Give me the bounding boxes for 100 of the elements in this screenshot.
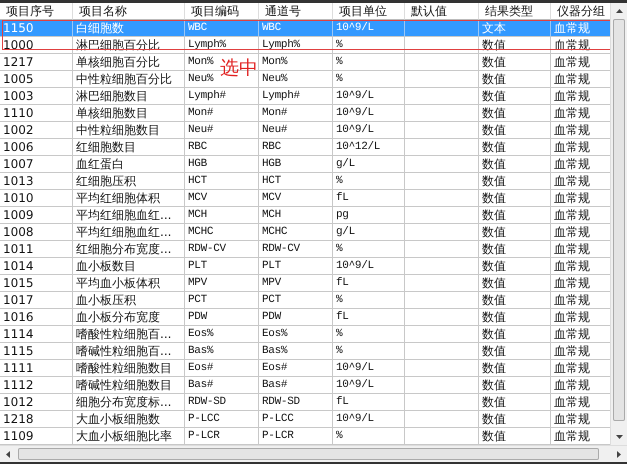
table-cell[interactable]: 数值 <box>482 106 506 120</box>
table-cell[interactable]: HGB <box>262 158 281 170</box>
table-cell[interactable]: 10^9/L <box>336 260 374 272</box>
table-cell[interactable]: 嗜碱性粒细胞数目 <box>76 378 172 392</box>
column-header[interactable]: 项目单位 <box>333 3 405 20</box>
table-cell[interactable]: Neu% <box>188 73 214 85</box>
table-cell[interactable]: 平均红细胞血红... <box>76 208 172 222</box>
table-cell[interactable]: MCV <box>262 192 281 204</box>
table-cell[interactable]: 1016 <box>3 310 34 324</box>
table-cell[interactable]: 数值 <box>482 55 506 69</box>
table-cell[interactable]: 数值 <box>482 344 506 358</box>
table-cell[interactable]: 血红蛋白 <box>76 157 124 171</box>
table-cell[interactable]: 1115 <box>3 344 34 358</box>
empty-cell[interactable] <box>405 411 479 428</box>
table-cell[interactable]: Lymph% <box>188 39 226 51</box>
table-cell[interactable]: fL <box>336 396 349 408</box>
table-cell[interactable]: 血常规 <box>554 191 590 205</box>
scroll-thumb[interactable] <box>613 19 625 421</box>
table-cell[interactable]: % <box>336 430 342 442</box>
table-cell[interactable]: 细胞分布宽度标... <box>76 395 172 409</box>
table-cell[interactable]: RBC <box>262 141 281 153</box>
table-cell[interactable]: % <box>336 56 342 68</box>
empty-cell[interactable] <box>405 292 479 309</box>
table-cell[interactable]: 血常规 <box>554 361 590 375</box>
table-cell[interactable]: 平均血小板体积 <box>76 276 160 290</box>
table-cell[interactable]: PCT <box>188 294 207 306</box>
column-header[interactable]: 默认值 <box>405 3 479 20</box>
table-cell[interactable]: 1110 <box>3 106 34 120</box>
empty-cell[interactable] <box>405 224 479 241</box>
table-cell[interactable]: RDW-CV <box>262 243 300 255</box>
empty-cell[interactable] <box>405 275 479 292</box>
table-cell[interactable]: 1005 <box>3 72 34 86</box>
table-cell[interactable]: 1015 <box>3 276 34 290</box>
table-cell[interactable]: 嗜酸性粒细胞百... <box>76 327 172 341</box>
table-cell[interactable]: 数值 <box>482 123 506 137</box>
table-cell[interactable]: 数值 <box>482 429 506 443</box>
table-cell[interactable]: 嗜酸性粒细胞数目 <box>76 361 172 375</box>
table-cell[interactable]: 血常规 <box>554 344 590 358</box>
table-cell[interactable]: 平均红细胞体积 <box>76 191 160 205</box>
empty-cell[interactable] <box>405 71 479 88</box>
table-cell[interactable]: Bas# <box>188 379 214 391</box>
empty-cell[interactable] <box>405 88 479 105</box>
scroll-thumb[interactable] <box>18 448 599 460</box>
table-cell[interactable]: 血常规 <box>554 72 590 86</box>
table-cell[interactable]: 1011 <box>3 242 34 256</box>
table-cell[interactable]: 血常规 <box>554 174 590 188</box>
table-cell[interactable]: MCH <box>262 209 281 221</box>
table-cell[interactable]: 1218 <box>3 412 34 426</box>
table-cell[interactable]: P-LCC <box>188 413 220 425</box>
table-cell[interactable]: 红细胞压积 <box>76 174 136 188</box>
table-cell[interactable]: P-LCC <box>262 413 294 425</box>
table-cell[interactable]: Eos# <box>262 362 288 374</box>
table-cell[interactable]: 1112 <box>3 378 34 392</box>
table-cell[interactable]: 嗜碱性粒细胞百... <box>76 344 172 358</box>
table-cell[interactable]: 10^9/L <box>336 107 374 119</box>
table-cell[interactable]: 1007 <box>3 157 34 171</box>
table-cell[interactable]: fL <box>336 192 349 204</box>
table-cell[interactable]: 红细胞分布宽度... <box>76 242 172 256</box>
table-cell[interactable]: 血常规 <box>554 412 590 426</box>
table-cell[interactable]: % <box>336 243 342 255</box>
table-cell[interactable]: 大血小板细胞数 <box>76 412 160 426</box>
table-cell[interactable]: 1010 <box>3 191 34 205</box>
table-cell[interactable]: % <box>336 294 342 306</box>
column-header[interactable]: 项目编码 <box>185 3 259 20</box>
table-cell[interactable]: 数值 <box>482 276 506 290</box>
table-cell[interactable]: MPV <box>188 277 207 289</box>
table-cell[interactable]: 1003 <box>3 89 34 103</box>
table-cell[interactable]: 10^9/L <box>336 362 374 374</box>
table-cell[interactable]: P-LCR <box>188 430 220 442</box>
table-cell[interactable]: RBC <box>188 141 207 153</box>
table-cell[interactable]: Neu# <box>188 124 214 136</box>
table-cell[interactable]: 中性粒细胞百分比 <box>76 72 172 86</box>
table-cell[interactable]: 数值 <box>482 310 506 324</box>
table-cell[interactable]: MCHC <box>188 226 214 238</box>
table-cell[interactable]: 血常规 <box>554 123 590 137</box>
empty-cell[interactable] <box>405 37 479 54</box>
table-cell[interactable]: % <box>336 39 342 51</box>
table-cell[interactable]: 血常规 <box>554 395 590 409</box>
table-cell[interactable]: 单核细胞百分比 <box>76 55 160 69</box>
table-cell[interactable]: 血常规 <box>554 276 590 290</box>
table-cell[interactable]: 1000 <box>3 38 34 52</box>
table-cell[interactable]: 血常规 <box>554 208 590 222</box>
table-cell[interactable]: 1013 <box>3 174 34 188</box>
table-cell[interactable]: Bas% <box>262 345 288 357</box>
table-cell[interactable]: 10^12/L <box>336 141 380 153</box>
table-cell[interactable]: 血常规 <box>554 293 590 307</box>
table-cell[interactable]: P-LCR <box>262 430 294 442</box>
table-cell[interactable]: 血常规 <box>554 310 590 324</box>
table-cell[interactable]: % <box>336 328 342 340</box>
table-cell[interactable]: Mon# <box>262 107 288 119</box>
table-cell[interactable]: 血常规 <box>554 89 590 103</box>
table-cell[interactable]: 血常规 <box>554 140 590 154</box>
table-cell[interactable]: fL <box>336 311 349 323</box>
table-cell[interactable]: 血常规 <box>554 157 590 171</box>
table-cell[interactable]: 1008 <box>3 225 34 239</box>
table-cell[interactable]: 数值 <box>482 395 506 409</box>
table-cell[interactable]: Lymph# <box>262 90 300 102</box>
table-cell[interactable]: 红细胞数目 <box>76 140 136 154</box>
table-cell[interactable]: 数值 <box>482 293 506 307</box>
empty-cell[interactable] <box>405 326 479 343</box>
